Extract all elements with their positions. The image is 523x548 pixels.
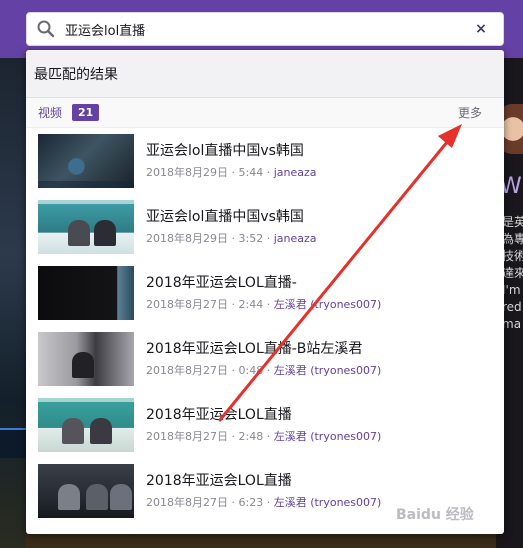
video-meta: 2018年8月27日 · 2:44 · 左溪君 (tryones007) [146,297,382,311]
more-link[interactable]: 更多 [458,104,482,121]
videos-section-header: 视频 21 更多 [26,98,504,128]
video-channel-link[interactable]: janeaza [274,232,317,245]
video-thumbnail[interactable] [38,266,134,320]
background-channel-description: 是英 為專 技術 達來 I'm red ma [502,214,523,333]
video-date: 2018年8月27日 [146,363,228,377]
background-game-hud [0,428,26,458]
video-thumbnail[interactable] [38,398,134,452]
video-date: 2018年8月29日 [146,165,228,179]
background-description-line: 技術 [502,249,523,263]
video-date: 2018年8月27日 [146,297,228,311]
video-title[interactable]: 2018年亚运会LOL直播-B站左溪君 [146,340,381,359]
video-thumbnail[interactable] [38,332,134,386]
video-meta: 2018年8月27日 · 6:23 · 左溪君 (tryones007) [146,495,382,509]
search-input[interactable]: 亚运会lol直播 [65,20,471,39]
video-channel-link[interactable]: 左溪君 (tryones007) [274,496,382,509]
video-result[interactable]: 2018年亚运会LOL直播- 2018年8月27日 · 2:44 · 左溪君 (… [26,260,504,326]
video-title[interactable]: 2018年亚运会LOL直播 [146,406,381,425]
video-channel-link[interactable]: janeaza [274,166,317,179]
video-results-list: 亚运会lol直播中国vs韩国 2018年8月29日 · 5:44 · janea… [26,128,504,524]
video-duration: 2:44 [238,297,264,311]
video-channel-link[interactable]: 左溪君 (tryones007) [274,364,382,377]
background-description-line: I'm [502,283,521,297]
best-match-header: 最匹配的结果 [26,50,504,98]
video-result[interactable]: 亚运会lol直播中国vs韩国 2018年8月29日 · 5:44 · janea… [26,128,504,194]
search-icon [36,19,56,39]
video-result[interactable]: 亚运会lol直播中国vs韩国 2018年8月29日 · 3:52 · janea… [26,194,504,260]
search-results-dropdown: 最匹配的结果 视频 21 更多 亚运会lol直播中国vs韩国 2018年8月29… [26,50,504,534]
video-title[interactable]: 2018年亚运会LOL直播- [146,274,381,293]
video-meta: 2018年8月29日 · 3:52 · janeaza [146,231,317,245]
background-bottom-strip [26,534,496,548]
video-title[interactable]: 亚运会lol直播中国vs韩国 [146,142,317,161]
background-stream-video [0,58,26,548]
video-duration: 5:44 [238,165,264,179]
background-description-line: red [502,300,522,314]
video-thumbnail[interactable] [38,464,134,518]
video-date: 2018年8月27日 [146,495,228,509]
video-duration: 6:23 [238,495,264,509]
background-description-line: 達來 [502,266,523,280]
video-duration: 3:52 [238,231,264,245]
video-result[interactable]: 2018年亚运会LOL直播-B站左溪君 2018年8月27日 · 0:48 · … [26,326,504,392]
video-title[interactable]: 亚运会lol直播中国vs韩国 [146,208,317,227]
video-duration: 0:48 [238,363,264,377]
background-description-line: 為專 [502,232,523,246]
video-meta: 2018年8月27日 · 2:48 · 左溪君 (tryones007) [146,429,382,443]
video-count-badge: 21 [72,104,100,121]
background-description-line: 是英 [502,215,523,229]
video-date: 2018年8月27日 [146,429,228,443]
video-thumbnail[interactable] [38,200,134,254]
video-channel-link[interactable]: 左溪君 (tryones007) [274,298,382,311]
videos-section-label: 视频 [38,106,63,120]
video-thumbnail[interactable] [38,134,134,188]
video-result[interactable]: 2018年亚运会LOL直播 2018年8月27日 · 6:23 · 左溪君 (t… [26,458,504,524]
video-channel-link[interactable]: 左溪君 (tryones007) [274,430,382,443]
video-title[interactable]: 2018年亚运会LOL直播 [146,472,381,491]
search-bar[interactable]: 亚运会lol直播 × [26,12,504,46]
video-meta: 2018年8月29日 · 5:44 · janeaza [146,165,317,179]
background-description-line: ma [502,317,522,331]
video-result[interactable]: 2018年亚运会LOL直播 2018年8月27日 · 2:48 · 左溪君 (t… [26,392,504,458]
video-duration: 2:48 [238,429,264,443]
close-icon[interactable]: × [471,19,491,39]
video-meta: 2018年8月27日 · 0:48 · 左溪君 (tryones007) [146,363,382,377]
video-date: 2018年8月29日 [146,231,228,245]
